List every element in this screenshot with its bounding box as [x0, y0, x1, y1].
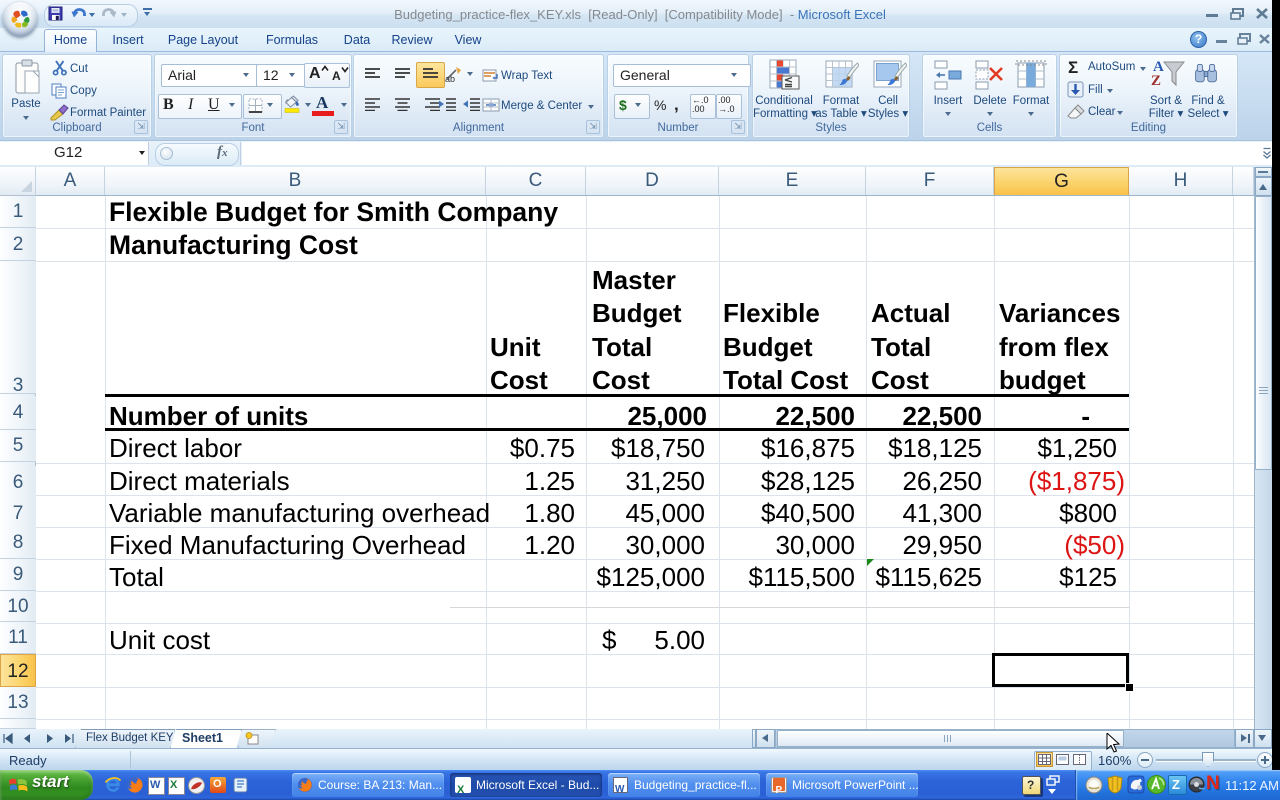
svg-text:ab: ab — [445, 74, 455, 83]
